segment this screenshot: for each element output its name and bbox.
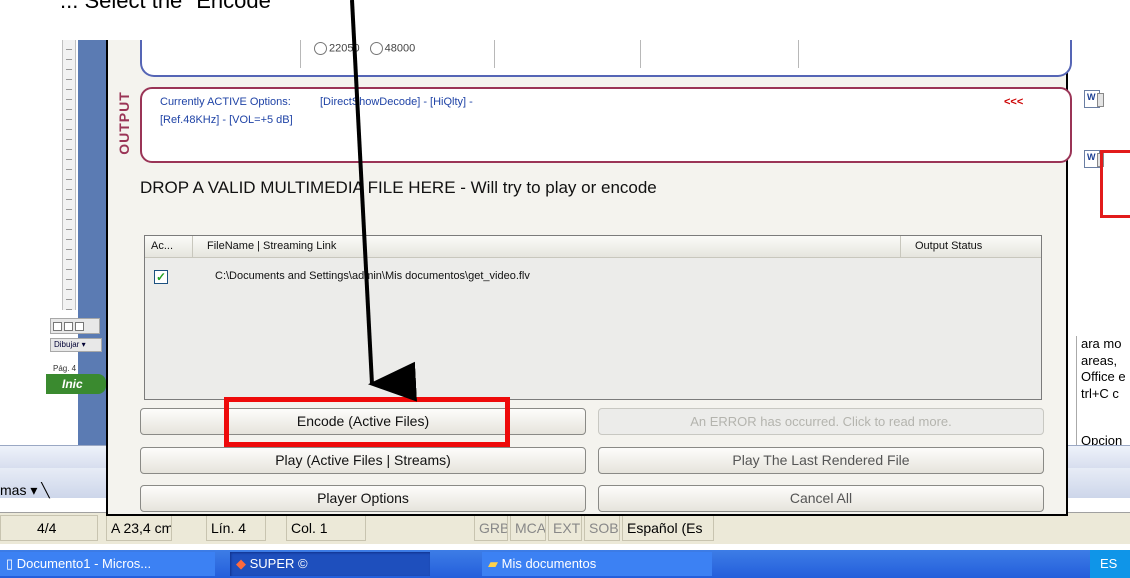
arrow-line	[350, 0, 417, 402]
annotation-arrow	[350, 0, 417, 402]
